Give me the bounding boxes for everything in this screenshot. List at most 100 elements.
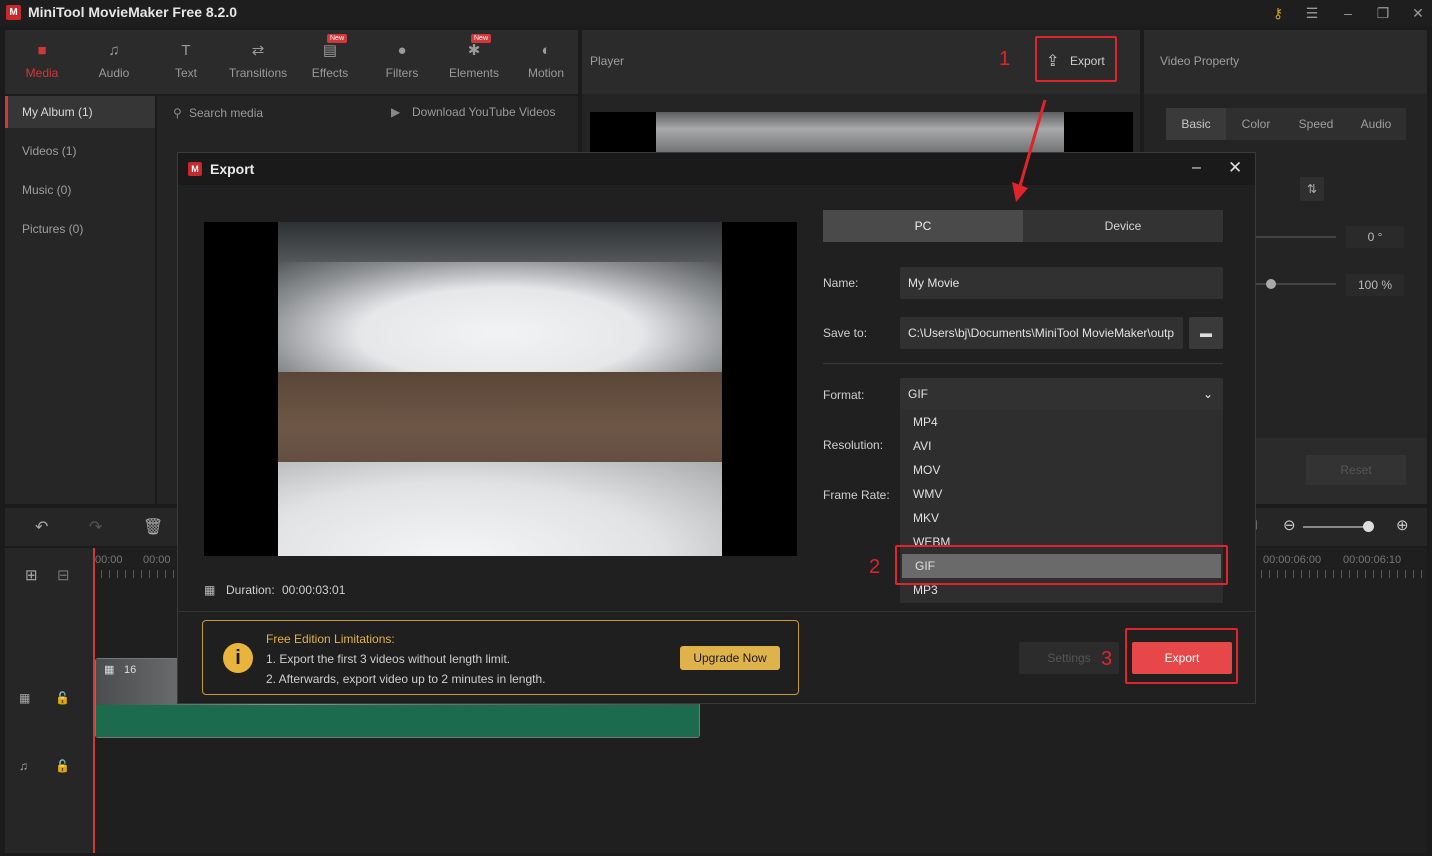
- name-input[interactable]: My Movie: [900, 267, 1223, 299]
- tool-label: Filters: [385, 66, 419, 80]
- close-icon[interactable]: ✕: [1408, 3, 1428, 23]
- tool-label: Audio: [98, 66, 130, 80]
- format-option-mp4[interactable]: MP4: [900, 410, 1223, 434]
- track-header: ⊞ ⊟ ▦ 🔓 ♫ 🔓: [5, 548, 93, 853]
- scale-slider-handle[interactable]: [1266, 279, 1276, 289]
- add-track-icon[interactable]: ⊞: [25, 566, 38, 584]
- info-icon: i: [223, 643, 253, 673]
- format-select[interactable]: GIF ⌄: [900, 378, 1223, 410]
- browse-folder-button[interactable]: ▬: [1189, 317, 1223, 349]
- tool-audio[interactable]: ♫ Audio: [84, 40, 144, 88]
- timeline-tick: 00:00:06:00: [1263, 554, 1322, 566]
- save-path-input[interactable]: C:\Users\bj\Documents\MiniTool MovieMake…: [900, 317, 1183, 349]
- highlight-box-step1: [1035, 36, 1117, 82]
- dialog-title: Export: [210, 161, 255, 177]
- tool-label: Motion: [527, 66, 565, 80]
- preview-snow-front: [278, 462, 722, 556]
- rotation-value[interactable]: 0 °: [1346, 226, 1404, 248]
- annotation-arrow: [1012, 99, 1047, 202]
- rotation-slider[interactable]: [1256, 236, 1336, 238]
- divider: [823, 363, 1223, 364]
- youtube-icon: ▶: [391, 105, 401, 119]
- zoom-out-icon[interactable]: ⊖: [1283, 516, 1296, 534]
- tool-effects[interactable]: ▤ New Effects: [300, 34, 360, 88]
- format-option-wmv[interactable]: WMV: [900, 482, 1223, 506]
- folder-icon: ■: [37, 42, 47, 59]
- dialog-minimize-icon[interactable]: –: [1192, 159, 1201, 177]
- tool-label: Text: [174, 66, 197, 80]
- tool-label: Media: [25, 66, 59, 80]
- app-title: MiniTool MovieMaker Free 8.2.0: [28, 4, 238, 20]
- duration-value: 00:00:03:01: [282, 583, 346, 597]
- property-title: Video Property: [1160, 54, 1240, 68]
- album-my-album[interactable]: My Album (1): [5, 96, 155, 128]
- delete-icon[interactable]: 🗑: [143, 517, 163, 537]
- filters-icon: ●: [397, 42, 407, 59]
- album-videos[interactable]: Videos (1): [5, 135, 155, 167]
- timeline-tick: 00:00:06:10: [1343, 554, 1402, 566]
- zoom-slider-handle[interactable]: [1363, 521, 1374, 532]
- tab-pc[interactable]: PC: [823, 210, 1023, 242]
- tool-media[interactable]: ■ Media: [12, 40, 72, 88]
- text-icon: T: [181, 42, 191, 59]
- elements-icon: ✱ New: [465, 34, 492, 60]
- search-icon: ⚲: [173, 106, 182, 120]
- tool-elements[interactable]: ✱ New Elements: [444, 34, 504, 88]
- timeline-tick: 00:00: [143, 554, 171, 566]
- album-pictures[interactable]: Pictures (0): [5, 213, 155, 245]
- tab-device[interactable]: Device: [1023, 210, 1223, 242]
- dialog-title-bar: M Export – ✕: [178, 153, 1255, 185]
- tool-filters[interactable]: ● Filters: [372, 40, 432, 88]
- key-icon[interactable]: ⚷: [1268, 3, 1288, 23]
- tool-motion[interactable]: ◐ Motion: [516, 40, 576, 88]
- duration-label: Duration:: [226, 583, 275, 597]
- film-icon: ▦: [104, 664, 115, 676]
- free-edition-limit-box: i Free Edition Limitations: 1. Export th…: [202, 620, 799, 695]
- tool-text[interactable]: T Text: [156, 40, 216, 88]
- lock-icon[interactable]: 🔓: [55, 759, 70, 773]
- upgrade-now-button[interactable]: Upgrade Now: [680, 646, 780, 670]
- menu-icon[interactable]: ☰: [1302, 3, 1322, 23]
- limit-line-1: 1. Export the first 3 videos without len…: [266, 652, 511, 666]
- video-track-icon: ▦: [19, 691, 31, 705]
- media-toolbar: ■ Media ♫ Audio T Text ⇄ Transitions ▤ Ne…: [5, 30, 578, 94]
- download-youtube-link[interactable]: Download YouTube Videos: [412, 105, 555, 119]
- format-option-mkv[interactable]: MKV: [900, 506, 1223, 530]
- dialog-logo-icon: M: [188, 162, 202, 176]
- limit-title: Free Edition Limitations:: [266, 632, 395, 646]
- undo-icon[interactable]: ↶: [35, 517, 48, 537]
- format-option-avi[interactable]: AVI: [900, 434, 1223, 458]
- tool-label: Elements: [448, 66, 500, 80]
- tab-basic[interactable]: Basic: [1166, 108, 1226, 140]
- redo-icon[interactable]: ↷: [89, 517, 102, 537]
- divider: [178, 611, 1255, 612]
- tab-audio[interactable]: Audio: [1346, 108, 1406, 140]
- tool-transitions[interactable]: ⇄ Transitions: [228, 40, 288, 88]
- album-music[interactable]: Music (0): [5, 174, 155, 206]
- zoom-in-icon[interactable]: ⊕: [1396, 516, 1409, 534]
- format-selected-value: GIF: [908, 387, 928, 401]
- tab-color[interactable]: Color: [1226, 108, 1286, 140]
- export-preview: [204, 222, 797, 556]
- save-to-label: Save to:: [823, 326, 868, 340]
- album-list: My Album (1) Videos (1) Music (0) Pictur…: [5, 96, 155, 504]
- restore-icon[interactable]: ❐: [1373, 3, 1393, 23]
- tab-speed[interactable]: Speed: [1286, 108, 1346, 140]
- search-input[interactable]: Search media: [189, 106, 263, 120]
- format-label: Format:: [823, 388, 865, 402]
- audio-track-icon: ♫: [19, 759, 28, 773]
- title-bar: M MiniTool MovieMaker Free 8.2.0 ⚷ ☰ – ❐…: [0, 0, 1432, 26]
- scale-value[interactable]: 100 %: [1346, 274, 1404, 296]
- reset-button[interactable]: Reset: [1306, 455, 1406, 485]
- highlight-box-step2: [895, 545, 1228, 585]
- remove-track-icon[interactable]: ⊟: [57, 566, 70, 584]
- dialog-close-icon[interactable]: ✕: [1228, 158, 1242, 178]
- clip-label: 16: [124, 664, 137, 676]
- lock-icon[interactable]: 🔓: [55, 691, 70, 705]
- format-option-mov[interactable]: MOV: [900, 458, 1223, 482]
- folder-icon: ▬: [1200, 326, 1212, 340]
- flip-vertical-icon[interactable]: ⇅: [1300, 177, 1324, 201]
- tool-label: Effects: [311, 66, 349, 80]
- player-preview-image: [656, 112, 1064, 154]
- minimize-icon[interactable]: –: [1338, 3, 1358, 23]
